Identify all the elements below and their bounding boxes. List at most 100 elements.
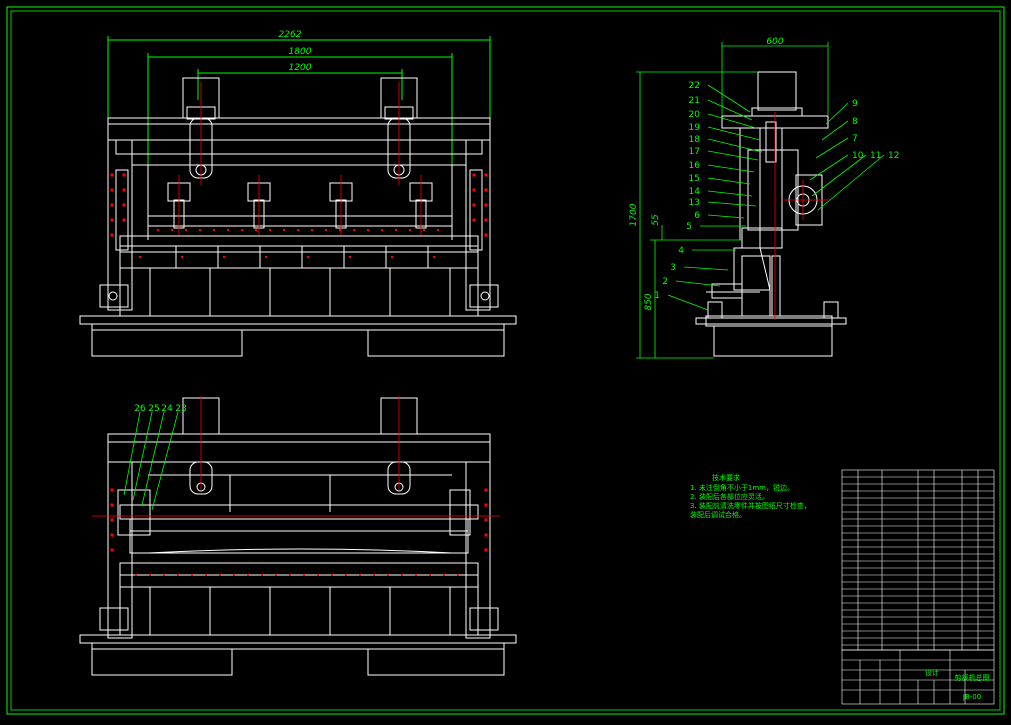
bolt-mark — [423, 229, 425, 231]
side-balloon-4: 4 — [678, 246, 684, 256]
bolt-mark — [261, 574, 263, 576]
side-dim-gap: 55 — [651, 214, 661, 226]
balloon-23: 23 — [175, 404, 186, 414]
leader-line — [817, 154, 885, 211]
balloon-24: 24 — [161, 404, 173, 414]
sheet-border-inner — [10, 10, 1001, 711]
bolt-mark — [122, 173, 126, 177]
leader-line — [707, 150, 759, 161]
front-centerlines — [178, 82, 422, 235]
bolt-mark — [269, 229, 271, 231]
bolt-mark — [484, 203, 488, 207]
bolt-mark — [110, 173, 114, 177]
sheet-border-outer — [6, 6, 1005, 715]
leader-line — [707, 190, 753, 197]
side-balloon-11: 11 — [870, 151, 881, 161]
bolt-mark — [110, 533, 114, 537]
bolt-mark — [317, 574, 319, 576]
bolt-mark — [157, 229, 159, 231]
side-balloon-5: 5 — [686, 222, 692, 232]
bolt-mark — [265, 256, 267, 258]
front-dim-overall: 2262 — [279, 30, 302, 40]
notes-line-1: 1. 未注倒角不小于1mm，锐边。 — [690, 483, 794, 492]
leader-line — [683, 266, 729, 271]
bolt-mark — [484, 488, 488, 492]
side-balloon-2: 2 — [662, 277, 668, 287]
bolt-mark — [472, 188, 476, 192]
side-dim-lower: 850 — [644, 293, 654, 310]
bolt-mark — [433, 256, 435, 258]
bolt-mark — [457, 574, 459, 576]
bolt-mark — [213, 229, 215, 231]
notes-title: 技术要求 — [712, 473, 740, 482]
front-dim-table: 1800 — [289, 47, 312, 57]
bolt-mark — [303, 574, 305, 576]
notes-line-4: 装配后调试合格。 — [690, 510, 746, 519]
side-balloon-7: 7 — [852, 134, 858, 144]
bolt-mark — [227, 229, 229, 231]
bolt-mark — [373, 574, 375, 576]
side-balloon-13: 13 — [689, 198, 700, 208]
side-balloons: 2221201918171615141365432198710 11 12 — [654, 81, 899, 301]
technical-notes: 技术要求 1. 未注倒角不小于1mm，锐边。 2. 装配后各部位应灵活。 3. … — [690, 473, 811, 519]
bolt-mark — [289, 574, 291, 576]
bolt-mark — [307, 256, 309, 258]
bolt-mark — [110, 203, 114, 207]
bolt-mark — [359, 574, 361, 576]
side-balloon-3: 3 — [670, 263, 676, 273]
bolt-mark — [325, 229, 327, 231]
bolt-mark — [349, 256, 351, 258]
leader-line — [707, 126, 761, 141]
leader-line — [809, 154, 849, 181]
bolt-mark — [484, 233, 488, 237]
bolt-mark — [381, 229, 383, 231]
bolt-mark — [367, 229, 369, 231]
bolt-mark — [275, 574, 277, 576]
bolt-mark — [110, 188, 114, 192]
leader-line — [707, 99, 753, 121]
title-block-name: 剪板机总图 — [955, 673, 990, 682]
bolt-mark — [247, 574, 249, 576]
bolt-mark — [484, 188, 488, 192]
bolt-mark — [415, 574, 417, 576]
side-balloon-20: 20 — [689, 110, 701, 120]
side-balloon-9: 9 — [852, 99, 858, 109]
notes-line-2: 2. 装配后各部位应灵活。 — [690, 492, 769, 501]
side-balloon-12: 12 — [888, 151, 899, 161]
bolt-mark — [219, 574, 221, 576]
front-clamps — [167, 182, 433, 229]
leader-line — [707, 84, 751, 113]
side-dim-width: 600 — [766, 37, 783, 47]
side-view — [695, 71, 847, 357]
bolt-mark — [331, 574, 333, 576]
bolt-mark — [110, 503, 114, 507]
leader-line — [707, 214, 745, 219]
bolt-mark — [311, 229, 313, 231]
side-balloon-6: 6 — [694, 211, 700, 221]
bolt-mark — [345, 574, 347, 576]
side-balloon-10: 10 — [852, 151, 864, 161]
bolt-mark — [484, 218, 488, 222]
bolt-mark — [110, 488, 114, 492]
bolt-mark — [163, 574, 165, 576]
front-dim-cylinders: 1200 — [289, 63, 312, 73]
side-balloon-1: 1 — [654, 291, 660, 301]
balloon-25: 25 — [148, 404, 159, 414]
cad-drawing-sheet: 2262 1800 1200 26 25 24 23 600 1700 850 … — [0, 0, 1011, 721]
bolt-mark — [171, 229, 173, 231]
side-balloon-16: 16 — [689, 161, 701, 171]
side-balloon-21: 21 — [689, 96, 700, 106]
bolt-mark — [177, 574, 179, 576]
bolt-mark — [110, 518, 114, 522]
side-dim-height: 1700 — [629, 203, 639, 226]
side-centerlines — [774, 112, 828, 320]
side-balloon-17: 17 — [689, 147, 700, 157]
bolt-mark — [472, 218, 476, 222]
bolt-mark — [122, 203, 126, 207]
side-balloon-8: 8 — [852, 117, 858, 127]
title-block-design: 设计 — [925, 668, 939, 677]
bolt-mark — [387, 574, 389, 576]
bolt-mark — [339, 229, 341, 231]
bolt-mark — [401, 574, 403, 576]
bolt-mark — [484, 518, 488, 522]
